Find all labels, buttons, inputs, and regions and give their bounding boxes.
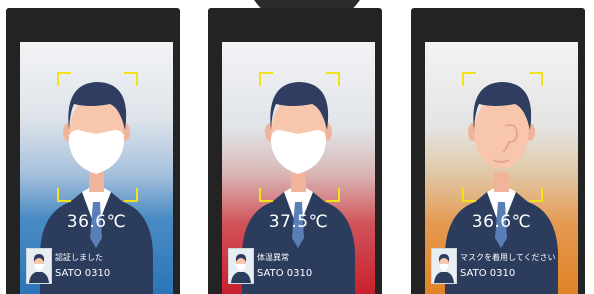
face-frame-corner: [259, 72, 273, 86]
auth-status-text: 認証しました: [55, 253, 103, 262]
device-frame-mask-required: 36.6℃ マスクを着用してください SATO 0310: [411, 8, 585, 294]
face-frame-corner: [462, 188, 476, 202]
face-frame-corner: [529, 72, 543, 86]
face-frame-corner: [57, 72, 71, 86]
temperature-reading: 36.6℃: [471, 212, 532, 232]
temperature-reading: 36.6℃: [66, 212, 127, 232]
user-thumbnail: [26, 248, 52, 284]
face-frame-corner: [259, 188, 273, 202]
face-frame-corner: [326, 188, 340, 202]
user-thumbnail: [228, 248, 254, 284]
face-frame-corner: [57, 188, 71, 202]
temperature-alert-text: 体温異常: [257, 253, 289, 262]
user-id-label: SATO 0310: [55, 268, 111, 279]
user-id-label: SATO 0310: [257, 268, 313, 279]
face-frame-corner: [124, 188, 138, 202]
face-frame-corner: [326, 72, 340, 86]
device-frame-abnormal-temp: 37.5℃ 体温異常 SATO 0310: [208, 8, 382, 294]
device-frame-authenticated: 36.6℃ 認証しました SATO 0310: [6, 8, 180, 294]
temperature-reading: 37.5℃: [268, 212, 329, 232]
device-screen: 36.6℃ マスクを着用してください SATO 0310: [425, 42, 578, 294]
user-id-label: SATO 0310: [460, 268, 516, 279]
face-frame-corner: [462, 72, 476, 86]
mask-warning-text: マスクを着用してください: [460, 253, 556, 262]
device-screen: 37.5℃ 体温異常 SATO 0310: [222, 42, 375, 294]
user-thumbnail: [431, 248, 457, 284]
face-frame-corner: [529, 188, 543, 202]
device-screen: 36.6℃ 認証しました SATO 0310: [20, 42, 173, 294]
face-frame-corner: [124, 72, 138, 86]
